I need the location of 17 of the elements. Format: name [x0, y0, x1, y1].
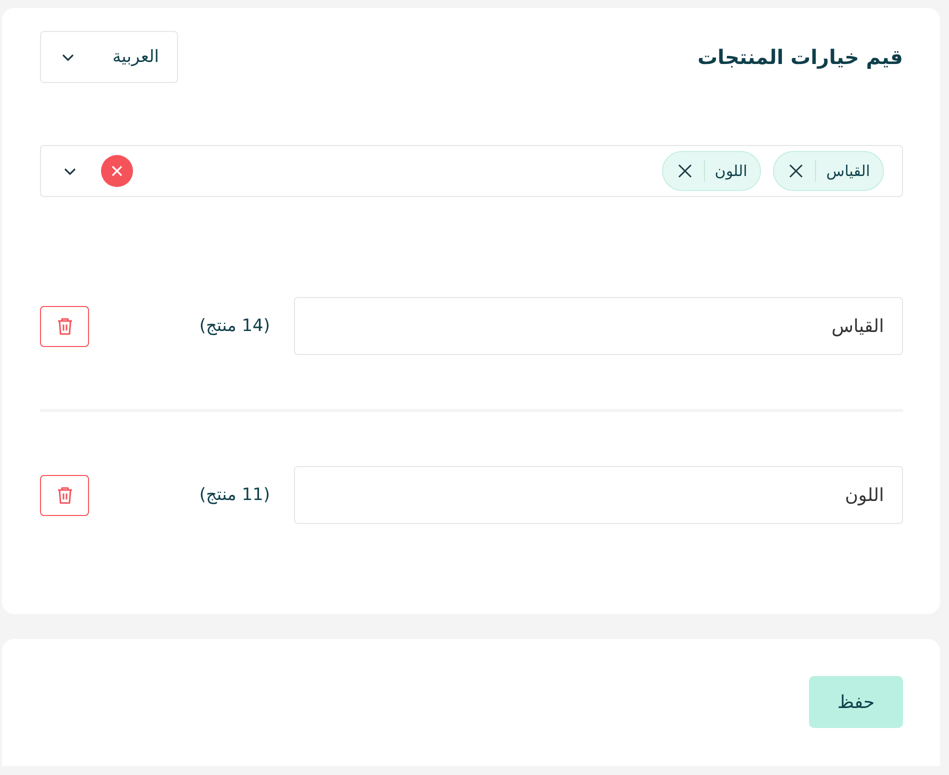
- delete-button[interactable]: [40, 474, 89, 516]
- card-title: قيم خيارات المنتجات: [697, 45, 903, 69]
- option-tag: اللون: [662, 151, 762, 191]
- option-tag: القياس: [773, 151, 884, 191]
- trash-icon: [56, 316, 74, 336]
- option-value-field[interactable]: اللون: [294, 466, 903, 524]
- save-button[interactable]: حفظ: [809, 676, 903, 728]
- option-multiselect[interactable]: القياس اللون: [40, 145, 903, 197]
- clear-icon[interactable]: [101, 155, 133, 187]
- delete-button[interactable]: [40, 306, 89, 346]
- product-count: (11 منتج): [198, 485, 270, 505]
- product-count: (14 منتج): [198, 316, 270, 336]
- remove-tag-icon[interactable]: [787, 162, 806, 180]
- trash-icon: [56, 485, 74, 505]
- option-value-field[interactable]: القياس: [294, 297, 903, 355]
- remove-tag-icon[interactable]: [676, 162, 694, 180]
- language-select[interactable]: العربية: [40, 31, 178, 83]
